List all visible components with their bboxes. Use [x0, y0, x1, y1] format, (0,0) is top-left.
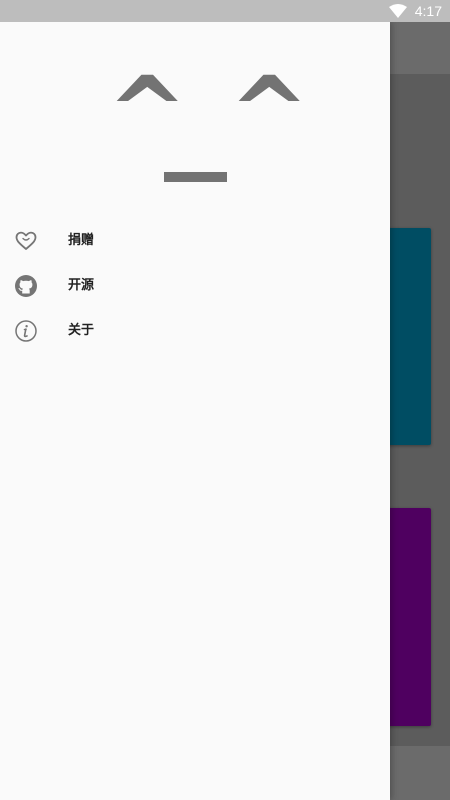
wifi-icon [388, 4, 407, 18]
drawer-menu: 捐赠 开源 关于 [0, 218, 390, 353]
kaomoji-mouth [164, 172, 227, 182]
drawer-header-kaomoji: ^ ^ [0, 64, 390, 204]
heart-icon [14, 229, 38, 253]
status-bar-right: 4:17 [388, 0, 442, 22]
info-icon [14, 319, 38, 343]
status-time: 4:17 [414, 3, 442, 19]
kaomoji-left-eye: ^ [107, 56, 188, 168]
navigation-drawer: ^ ^ 捐赠 开源 关于 [0, 22, 390, 800]
menu-item-about[interactable]: 关于 [0, 308, 390, 353]
menu-item-label: 开源 [68, 278, 95, 293]
menu-item-label: 捐赠 [68, 233, 95, 248]
menu-item-donate[interactable]: 捐赠 [0, 218, 390, 263]
menu-item-open-source[interactable]: 开源 [0, 263, 390, 308]
kaomoji-right-eye: ^ [229, 56, 310, 168]
github-icon [14, 274, 38, 298]
screen: 4:17 ^ ^ 捐赠 开源 关于 [0, 0, 450, 800]
menu-item-label: 关于 [68, 323, 95, 338]
status-bar: 4:17 [0, 0, 450, 22]
